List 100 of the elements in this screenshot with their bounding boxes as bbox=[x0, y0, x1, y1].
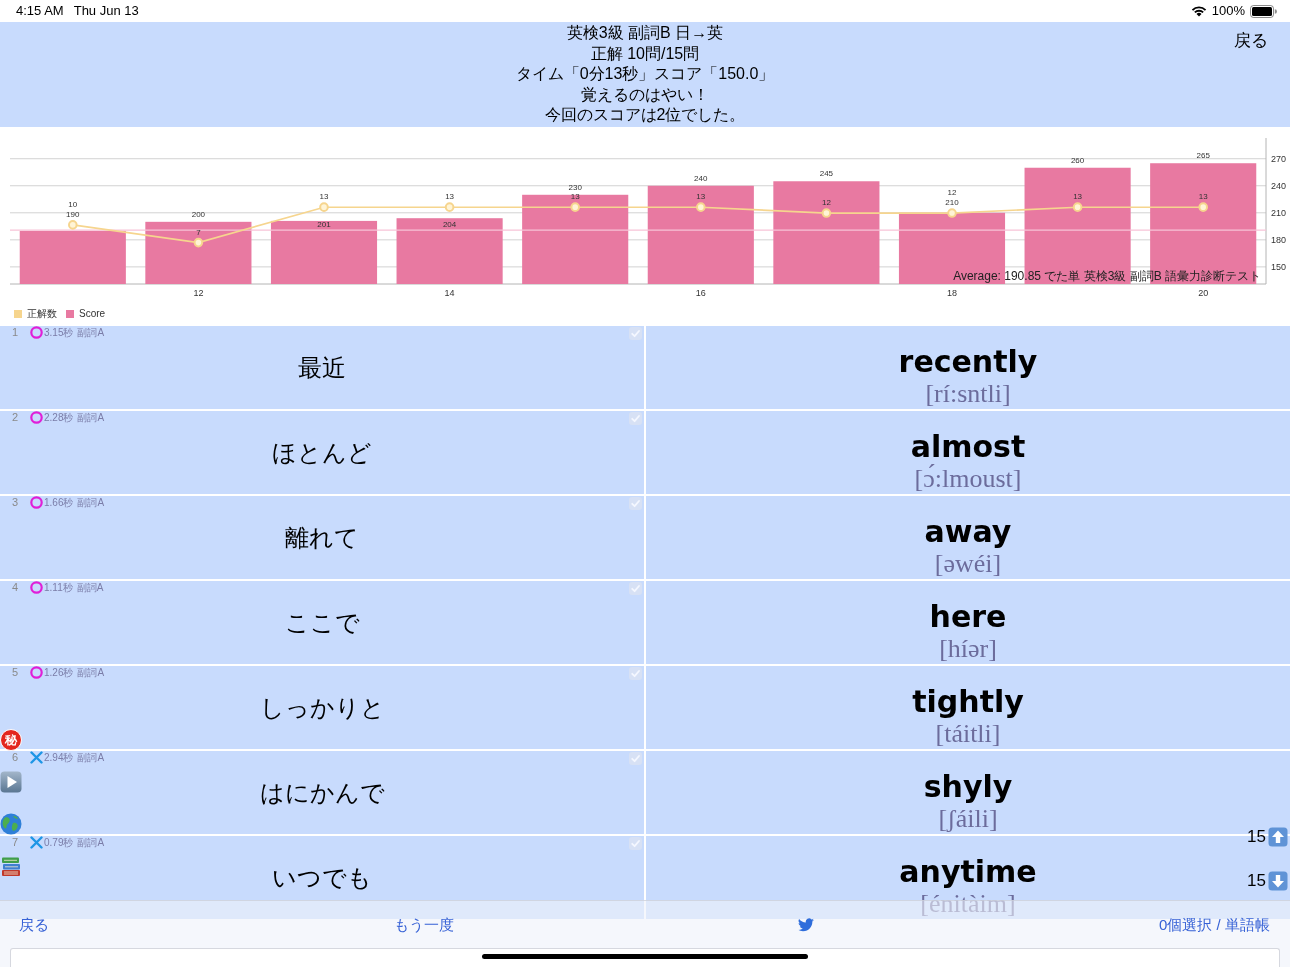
data-label: 7 bbox=[196, 227, 201, 237]
battery-icon bbox=[1250, 4, 1277, 18]
answer-time: 3.15秒 bbox=[44, 326, 74, 339]
category-label: 副詞A bbox=[77, 411, 105, 424]
japanese-word: しっかりと bbox=[259, 693, 385, 723]
japanese-word: はにかんで bbox=[259, 778, 385, 808]
row-number: 4 bbox=[12, 581, 20, 594]
data-label: 13 bbox=[319, 192, 329, 202]
english-word: here bbox=[929, 599, 1007, 635]
english-word-cell[interactable]: here [híər] bbox=[646, 581, 1290, 664]
line-point bbox=[444, 202, 455, 212]
answer-time: 1.26秒 bbox=[44, 666, 74, 679]
row-number: 6 bbox=[12, 751, 20, 764]
english-word-cell[interactable]: tightly [táitli] bbox=[646, 666, 1290, 749]
japanese-word: ほとんど bbox=[272, 438, 372, 468]
japanese-word-cell[interactable]: 6 2.94秒 副詞A はにかんで bbox=[0, 751, 644, 834]
english-word: away bbox=[924, 514, 1012, 550]
counter-number: 15 bbox=[1247, 871, 1266, 891]
pronunciation-text: [rí:sntli] bbox=[925, 380, 1011, 408]
data-label: 230 bbox=[568, 182, 582, 192]
english-word-cell[interactable]: recently [rí:sntli] bbox=[646, 326, 1290, 409]
data-label: 12 bbox=[821, 198, 831, 208]
answer-time: 0.79秒 bbox=[44, 836, 74, 849]
data-label: 10 bbox=[68, 199, 78, 209]
data-label: 13 bbox=[1198, 192, 1208, 202]
back-button[interactable]: 戻る bbox=[1234, 30, 1268, 52]
line-point bbox=[1198, 202, 1208, 212]
data-label: 13 bbox=[696, 192, 706, 202]
english-word-cell[interactable]: away [əwéi] bbox=[646, 496, 1290, 579]
axis-tick-label: 18 bbox=[947, 288, 957, 298]
row-number: 3 bbox=[12, 496, 20, 509]
data-label: 190 bbox=[66, 209, 80, 219]
data-label: 210 bbox=[945, 198, 959, 208]
english-word: recently bbox=[898, 344, 1038, 380]
data-label: 240 bbox=[694, 173, 708, 183]
japanese-word: ここで bbox=[284, 608, 360, 638]
data-label: 260 bbox=[1070, 155, 1085, 165]
answer-time: 1.11秒 bbox=[44, 581, 73, 594]
result-text: 覚えるのはやい！ bbox=[581, 84, 709, 105]
answer-time: 2.94秒 bbox=[44, 751, 74, 764]
status-time: 4:15 AM bbox=[16, 3, 64, 19]
english-word-cell[interactable]: almost [ɔ́:lmoust] bbox=[646, 411, 1290, 494]
legend-label: 正解数 bbox=[27, 307, 57, 320]
checkbox[interactable] bbox=[629, 752, 642, 765]
category-label: 副詞A bbox=[77, 496, 105, 509]
japanese-word: 離れて bbox=[285, 523, 359, 553]
status-date: Thu Jun 13 bbox=[73, 3, 139, 19]
category-label: 副詞A bbox=[77, 326, 105, 339]
battery-percent: 100% bbox=[1211, 3, 1245, 19]
english-word: anytime bbox=[899, 854, 1037, 890]
checkbox[interactable] bbox=[629, 837, 642, 850]
japanese-word-cell[interactable]: 4 1.11秒 副詞A ここで bbox=[0, 581, 644, 664]
checkbox[interactable] bbox=[629, 497, 642, 510]
category-label: 副詞A bbox=[77, 836, 105, 849]
checkbox[interactable] bbox=[629, 667, 642, 680]
result-text: 今回のスコアは2位でした。 bbox=[544, 105, 746, 125]
line-point bbox=[1072, 202, 1083, 212]
checkbox[interactable] bbox=[629, 327, 642, 340]
category-label: 副詞A bbox=[77, 751, 105, 764]
axis-tick-label: 150 bbox=[1271, 261, 1287, 272]
axis-tick-label: 16 bbox=[695, 288, 706, 298]
row-number: 1 bbox=[12, 326, 20, 339]
japanese-word: 最近 bbox=[298, 353, 346, 383]
line-point bbox=[319, 202, 329, 212]
category-label: 副詞A bbox=[77, 666, 105, 679]
axis-tick-label: 12 bbox=[193, 288, 204, 298]
line-point bbox=[696, 202, 706, 212]
pronunciation-text: [əwéi] bbox=[934, 550, 1002, 578]
english-word: shyly bbox=[923, 769, 1013, 805]
line-point bbox=[821, 208, 832, 218]
axis-tick-label: 14 bbox=[444, 288, 455, 298]
row-number: 7 bbox=[12, 836, 20, 849]
data-label: 265 bbox=[1196, 151, 1210, 161]
checkbox[interactable] bbox=[629, 412, 642, 425]
japanese-word-cell[interactable]: 3 1.66秒 副詞A 離れて bbox=[0, 496, 644, 579]
data-label: 245 bbox=[819, 169, 834, 179]
pronunciation-text: [táitli] bbox=[935, 720, 1001, 748]
line-point bbox=[68, 220, 78, 230]
data-label: 201 bbox=[317, 220, 331, 230]
checkbox[interactable] bbox=[629, 582, 642, 595]
axis-tick-label: 20 bbox=[1198, 288, 1209, 298]
row-number: 5 bbox=[12, 666, 20, 679]
row-number: 2 bbox=[12, 411, 20, 424]
legend-label: Score bbox=[79, 307, 106, 320]
books-icon[interactable] bbox=[0, 855, 22, 877]
bird-icon[interactable] bbox=[798, 917, 815, 932]
english-word: almost bbox=[910, 429, 1026, 464]
data-label: 204 bbox=[442, 220, 457, 230]
category-label: 副詞A bbox=[76, 581, 104, 594]
japanese-word-cell[interactable]: 1 3.15秒 副詞A 最近 bbox=[0, 326, 644, 409]
axis-tick-label: 180 bbox=[1271, 234, 1287, 245]
pronunciation-text: [ʃáili] bbox=[938, 805, 998, 833]
japanese-word-cell[interactable]: 2 2.28秒 副詞A ほとんど bbox=[0, 411, 644, 494]
globe-icon[interactable] bbox=[0, 813, 22, 835]
japanese-word: いつでも bbox=[272, 863, 372, 893]
result-text: 英検3級 副詞B 日→英 bbox=[566, 23, 724, 43]
axis-tick-label: 240 bbox=[1271, 180, 1287, 191]
pronunciation-text: [híər] bbox=[939, 635, 997, 663]
axis-tick-label: 270 bbox=[1271, 153, 1287, 164]
data-label: 13 bbox=[445, 192, 455, 202]
